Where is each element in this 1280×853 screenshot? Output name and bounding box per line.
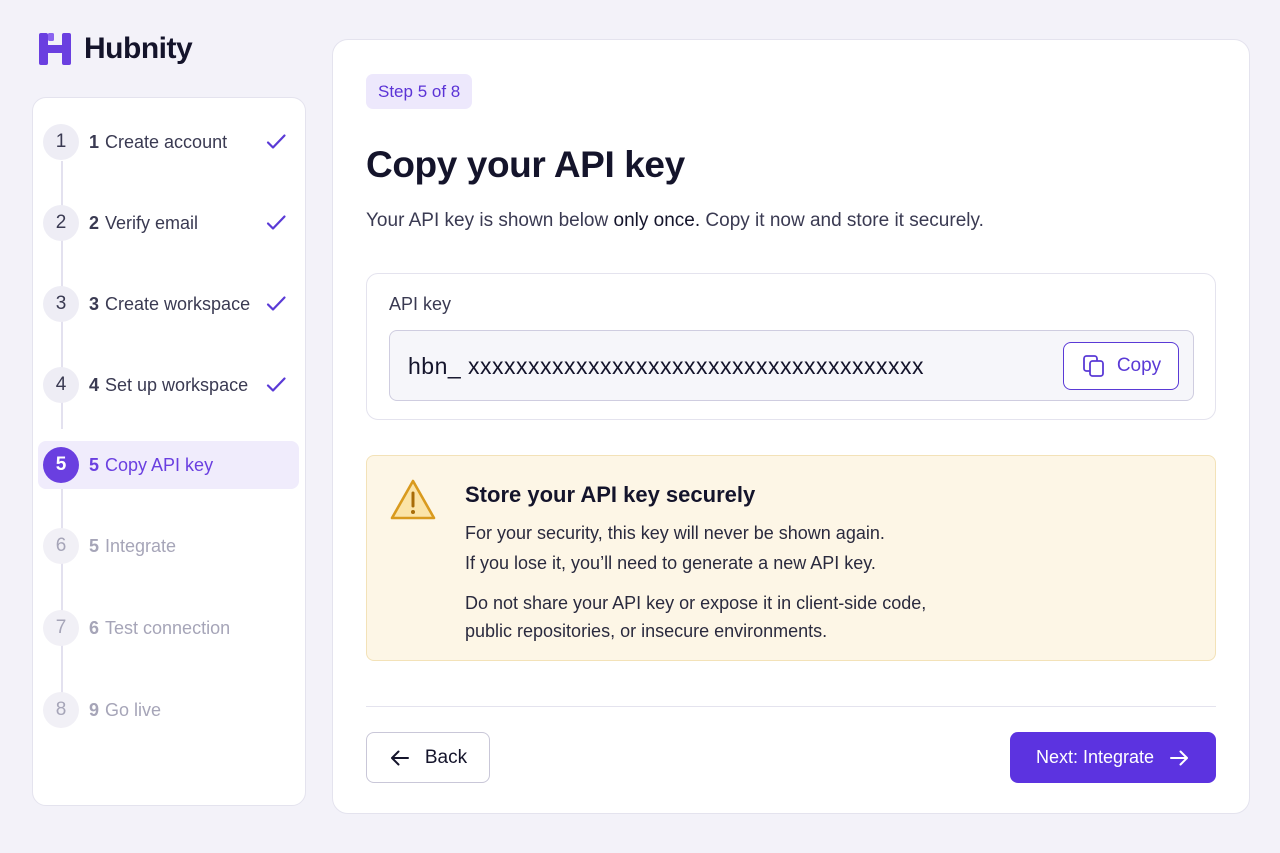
check-icon	[266, 296, 286, 311]
page-subtitle: Your API key is shown below only once. C…	[366, 210, 984, 231]
api-key-value[interactable]: hbn_ xxxxxxxxxxxxxxxxxxxxxxxxxxxxxxxxxxx…	[408, 353, 924, 380]
copy-icon	[1082, 355, 1104, 377]
next-button-label: Next: Integrate	[1035, 747, 1155, 767]
step-index-circle: 5	[43, 447, 79, 483]
arrow-right-icon	[1170, 750, 1189, 765]
step-label: 1 Create account	[89, 131, 228, 152]
step-index-circle: 6	[43, 528, 79, 564]
api-key-field[interactable]: hbn_ xxxxxxxxxxxxxxxxxxxxxxxxxxxxxxxxxxx…	[389, 330, 1194, 401]
next-integrate-button[interactable]: Next: Integrate	[1010, 732, 1216, 783]
step-index-circle: 3	[43, 286, 79, 322]
warning-line-2: If you lose it, you’ll need to generate …	[465, 553, 876, 573]
step-label: 9 Go live	[89, 699, 162, 720]
sidebar-step-copy-api-key[interactable]: 5 5 Copy API key	[38, 441, 299, 489]
back-button-label: Back	[424, 746, 468, 768]
app-name: Hubnity	[84, 32, 193, 65]
warning-triangle-icon	[390, 479, 436, 520]
sidebar-step-integrate[interactable]: 6 5 Integrate	[38, 522, 299, 570]
hubnity-logo-icon	[39, 33, 71, 65]
api-key-card: API key hbn_ xxxxxxxxxxxxxxxxxxxxxxxxxxx…	[366, 273, 1216, 420]
copy-api-key-button[interactable]: Copy	[1063, 342, 1179, 390]
sidebar-step-set-up-workspace[interactable]: 4 4 Set up workspace	[38, 361, 299, 409]
sidebar-step-verify-email[interactable]: 2 2 Verify email	[38, 199, 299, 247]
sidebar-step-create-workspace[interactable]: 3 3 Create workspace	[38, 280, 299, 328]
arrow-left-icon	[390, 750, 409, 765]
api-key-label: API key	[389, 294, 452, 314]
warning-line-1: For your security, this key will never b…	[465, 523, 885, 543]
step-label: 2 Verify email	[89, 212, 199, 233]
back-button[interactable]: Back	[366, 732, 490, 783]
check-icon	[266, 134, 286, 149]
step-index-circle: 4	[43, 367, 79, 403]
footer-divider	[366, 706, 1216, 707]
check-icon	[266, 377, 286, 392]
step-label: 5 Copy API key	[89, 454, 214, 475]
page-title: Copy your API key	[366, 144, 685, 185]
step-label: 4 Set up workspace	[89, 374, 249, 395]
step-label: 3 Create workspace	[89, 293, 251, 314]
sidebar-step-create-account[interactable]: 1 1 Create account	[38, 118, 299, 166]
app-logo: Hubnity	[38, 32, 193, 66]
warning-line-4: public repositories, or insecure environ…	[465, 621, 828, 641]
sidebar-step-test-connection[interactable]: 7 6 Test connection	[38, 604, 299, 652]
security-warning-callout: Store your API key securely For your sec…	[366, 455, 1216, 661]
step-progress-badge: Step 5 of 8	[366, 74, 473, 109]
step-label: 6 Test connection	[89, 617, 231, 638]
warning-line-3: Do not share your API key or expose it i…	[465, 593, 927, 613]
subtitle-emphasis: only once.	[613, 210, 701, 231]
step-index-circle: 8	[43, 692, 79, 728]
step-index-circle: 7	[43, 610, 79, 646]
main-panel: Step 5 of 8 Copy your API key Your API k…	[332, 39, 1250, 814]
copy-button-label: Copy	[1116, 355, 1162, 376]
step-index-circle: 1	[43, 124, 79, 160]
warning-title: Store your API key securely	[465, 482, 756, 507]
step-index-circle: 2	[43, 205, 79, 241]
check-icon	[266, 215, 286, 230]
step-label: 5 Integrate	[89, 535, 177, 556]
steps-connector-line-pending	[61, 484, 63, 710]
sidebar-step-go-live[interactable]: 8 9 Go live	[38, 686, 299, 734]
